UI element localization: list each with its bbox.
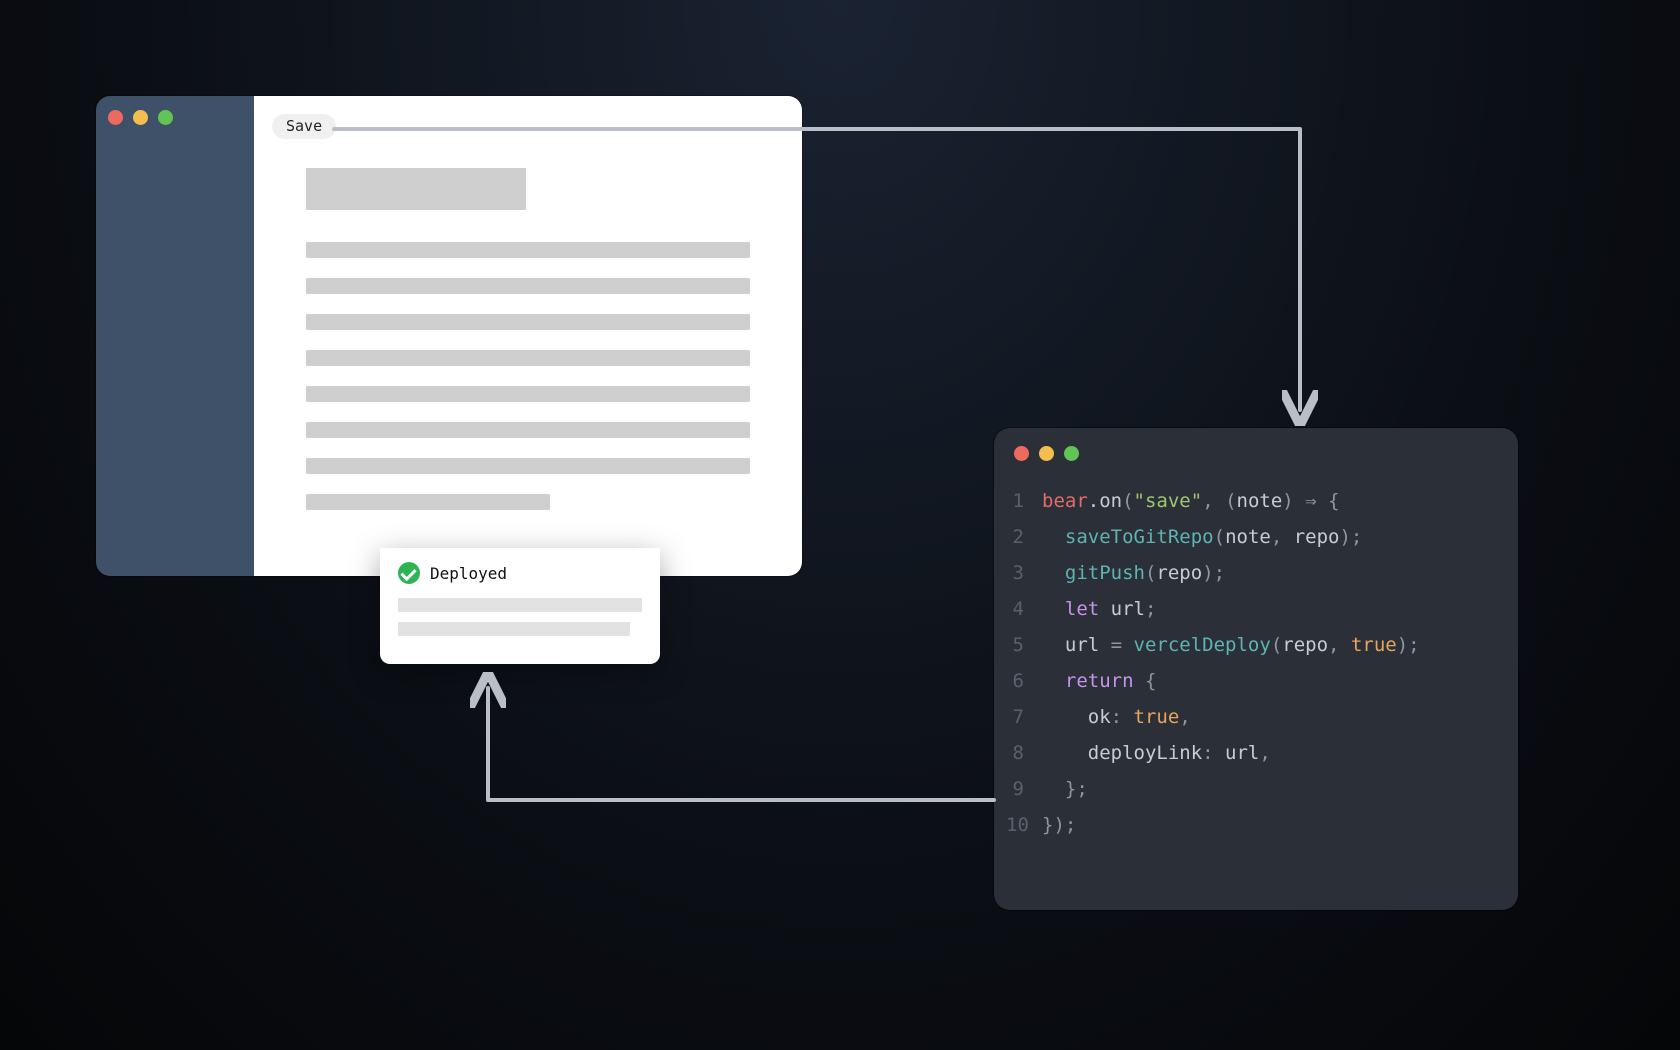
code-line: 1bear.on("save", (note) ⇒ { bbox=[1006, 483, 1494, 519]
window-traffic-lights bbox=[994, 446, 1518, 461]
code-content: return { bbox=[1042, 663, 1156, 699]
line-number: 9 bbox=[1006, 771, 1042, 807]
line-number: 3 bbox=[1006, 555, 1042, 591]
code-line: 8 deployLink: url, bbox=[1006, 735, 1494, 771]
note-line-placeholder bbox=[306, 494, 550, 510]
line-number: 1 bbox=[1006, 483, 1042, 519]
zoom-icon[interactable] bbox=[158, 110, 173, 125]
code-line: 3 gitPush(repo); bbox=[1006, 555, 1494, 591]
code-content: ok: true, bbox=[1042, 699, 1191, 735]
notes-editor: Save bbox=[254, 96, 802, 576]
minimize-icon[interactable] bbox=[1039, 446, 1054, 461]
connector-code-to-deployed bbox=[488, 688, 994, 800]
deployed-popover: Deployed bbox=[380, 548, 660, 664]
line-number: 10 bbox=[1006, 807, 1042, 843]
note-line-placeholder bbox=[306, 314, 750, 330]
check-circle-icon bbox=[398, 562, 420, 584]
code-line: 5 url = vercelDeploy(repo, true); bbox=[1006, 627, 1494, 663]
note-line-placeholder bbox=[306, 458, 750, 474]
code-content: gitPush(repo); bbox=[1042, 555, 1225, 591]
note-line-placeholder bbox=[306, 350, 750, 366]
close-icon[interactable] bbox=[108, 110, 123, 125]
popover-line-placeholder bbox=[398, 598, 642, 612]
notes-app-window: Save bbox=[96, 96, 802, 576]
popover-line-placeholder bbox=[398, 622, 630, 636]
note-title-placeholder bbox=[306, 168, 526, 210]
code-line: 6 return { bbox=[1006, 663, 1494, 699]
zoom-icon[interactable] bbox=[1064, 446, 1079, 461]
code-line: 4 let url; bbox=[1006, 591, 1494, 627]
line-number: 4 bbox=[1006, 591, 1042, 627]
code-content: let url; bbox=[1042, 591, 1156, 627]
note-line-placeholder bbox=[306, 278, 750, 294]
code-content: }); bbox=[1042, 807, 1076, 843]
note-line-placeholder bbox=[306, 386, 750, 402]
deployed-header: Deployed bbox=[398, 562, 642, 584]
line-number: 7 bbox=[1006, 699, 1042, 735]
code-line: 10}); bbox=[1006, 807, 1494, 843]
code-content: }; bbox=[1042, 771, 1088, 807]
note-line-placeholder bbox=[306, 242, 750, 258]
line-number: 8 bbox=[1006, 735, 1042, 771]
minimize-icon[interactable] bbox=[133, 110, 148, 125]
close-icon[interactable] bbox=[1014, 446, 1029, 461]
code-content: deployLink: url, bbox=[1042, 735, 1271, 771]
line-number: 5 bbox=[1006, 627, 1042, 663]
line-number: 6 bbox=[1006, 663, 1042, 699]
code-line: 7 ok: true, bbox=[1006, 699, 1494, 735]
deployed-label: Deployed bbox=[430, 564, 507, 583]
note-line-placeholder bbox=[306, 422, 750, 438]
code-line: 2 saveToGitRepo(note, repo); bbox=[1006, 519, 1494, 555]
code-body: 1bear.on("save", (note) ⇒ {2 saveToGitRe… bbox=[994, 483, 1518, 843]
notes-sidebar bbox=[96, 96, 254, 576]
window-traffic-lights bbox=[108, 110, 242, 125]
code-content: url = vercelDeploy(repo, true); bbox=[1042, 627, 1420, 663]
code-content: bear.on("save", (note) ⇒ { bbox=[1042, 483, 1340, 519]
code-content: saveToGitRepo(note, repo); bbox=[1042, 519, 1362, 555]
save-chip[interactable]: Save bbox=[272, 114, 336, 139]
code-line: 9 }; bbox=[1006, 771, 1494, 807]
line-number: 2 bbox=[1006, 519, 1042, 555]
code-editor-window: 1bear.on("save", (note) ⇒ {2 saveToGitRe… bbox=[994, 428, 1518, 910]
